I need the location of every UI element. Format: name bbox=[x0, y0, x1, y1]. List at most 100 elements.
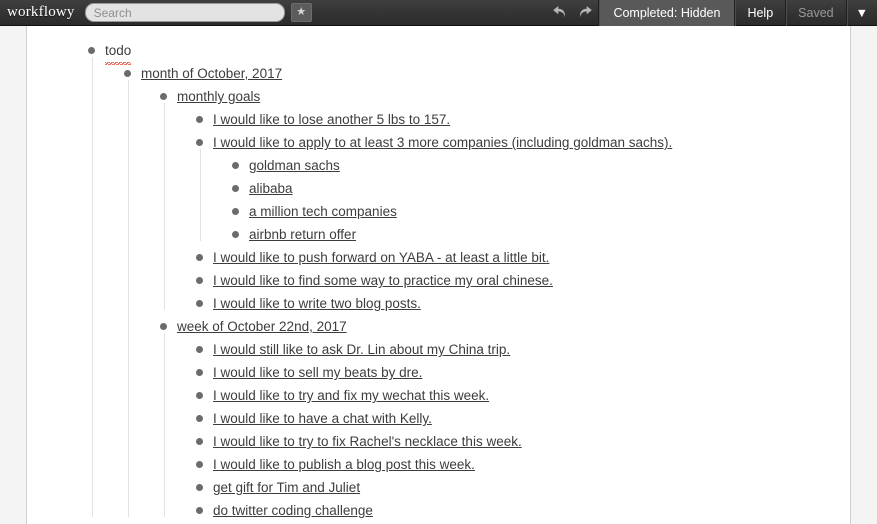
list-item-row[interactable]: I would like to try and fix my wechat th… bbox=[196, 384, 849, 407]
app-header: workflowy ★ Completed: Hidden Help Saved… bbox=[0, 0, 877, 26]
document-page: todo month of October, 2017 monthly goal… bbox=[28, 26, 849, 524]
help-button[interactable]: Help bbox=[734, 0, 785, 26]
list-item-row[interactable]: I would like to sell my beats by dre. bbox=[196, 361, 849, 384]
outline-item-goal: I would like to lose another 5 lbs to 15… bbox=[196, 108, 849, 131]
search-input[interactable] bbox=[84, 3, 285, 22]
list-item-row[interactable]: I would like to lose another 5 lbs to 15… bbox=[196, 108, 849, 131]
bullet-icon[interactable] bbox=[196, 300, 203, 307]
outline-item-company: a million tech companies bbox=[232, 200, 849, 223]
list-item-row[interactable]: I would like to write two blog posts. bbox=[196, 292, 849, 315]
bullet-icon[interactable] bbox=[160, 323, 167, 330]
list-item-row[interactable]: I would like to push forward on YABA - a… bbox=[196, 246, 849, 269]
list-item-row[interactable]: do twitter coding challenge bbox=[196, 499, 849, 522]
chevron-down-icon[interactable]: ▼ bbox=[845, 0, 877, 26]
list-item-row[interactable]: airbnb return offer bbox=[232, 223, 849, 246]
children-group: I would still like to ask Dr. Lin about … bbox=[163, 333, 849, 522]
bullet-icon[interactable] bbox=[232, 185, 239, 192]
list-item-row[interactable]: monthly goals bbox=[160, 85, 849, 108]
left-gutter bbox=[0, 26, 27, 524]
app-logo[interactable]: workflowy bbox=[7, 4, 75, 21]
bullet-icon[interactable] bbox=[124, 70, 131, 77]
outline-item-monthly-goals: monthly goals I would like to lose anoth… bbox=[160, 85, 849, 315]
outline-item-company: alibaba bbox=[232, 177, 849, 200]
outline-item-label[interactable]: monthly goals bbox=[177, 85, 260, 108]
outline-item-label[interactable]: goldman sachs bbox=[249, 154, 340, 177]
outline-item-task: I would like to publish a blog post this… bbox=[196, 453, 849, 476]
bullet-icon[interactable] bbox=[196, 346, 203, 353]
bullet-icon[interactable] bbox=[196, 415, 203, 422]
outline-item-company: airbnb return offer bbox=[232, 223, 849, 246]
bullet-icon[interactable] bbox=[232, 162, 239, 169]
outline-item-label[interactable]: I would like to publish a blog post this… bbox=[213, 453, 475, 476]
children-group: I would like to lose another 5 lbs to 15… bbox=[163, 103, 849, 315]
outline-item-label[interactable]: I would like to write two blog posts. bbox=[213, 292, 421, 315]
outline-item-goal: I would like to push forward on YABA - a… bbox=[196, 246, 849, 269]
list-item-row[interactable]: I would like to try to fix Rachel's neck… bbox=[196, 430, 849, 453]
outline-item-task: I would like to try to fix Rachel's neck… bbox=[196, 430, 849, 453]
outline-item-label[interactable]: I would like to try and fix my wechat th… bbox=[213, 384, 489, 407]
list-item-row[interactable]: a million tech companies bbox=[232, 200, 849, 223]
outline-item-label[interactable]: I would like to apply to at least 3 more… bbox=[213, 131, 672, 154]
list-item-row[interactable]: I would like to publish a blog post this… bbox=[196, 453, 849, 476]
undo-icon[interactable] bbox=[546, 0, 572, 26]
outline-item-label[interactable]: get gift for Tim and Juliet bbox=[213, 476, 360, 499]
list-item-row[interactable]: alibaba bbox=[232, 177, 849, 200]
save-status-label: Saved bbox=[785, 0, 845, 26]
bullet-icon[interactable] bbox=[196, 438, 203, 445]
bullet-icon[interactable] bbox=[160, 93, 167, 100]
spellcheck-underline: todo bbox=[105, 39, 132, 65]
bullet-icon[interactable] bbox=[232, 231, 239, 238]
star-icon[interactable]: ★ bbox=[290, 3, 312, 22]
completed-visibility-button[interactable]: Completed: Hidden bbox=[598, 0, 735, 26]
bullet-icon[interactable] bbox=[196, 507, 203, 514]
outline-item-goal: I would like to find some way to practic… bbox=[196, 269, 849, 292]
bullet-icon[interactable] bbox=[88, 47, 95, 54]
outline-item-label[interactable]: week of October 22nd, 2017 bbox=[177, 315, 347, 338]
outline-item-task: get gift for Tim and Juliet bbox=[196, 476, 849, 499]
outline-item-task: I would like to have a chat with Kelly. bbox=[196, 407, 849, 430]
children-group: monthly goals I would like to lose anoth… bbox=[127, 80, 849, 522]
outline-item-goal: I would like to write two blog posts. bbox=[196, 292, 849, 315]
outline-item-label[interactable]: I would like to push forward on YABA - a… bbox=[213, 246, 549, 269]
list-item-row[interactable]: I would like to find some way to practic… bbox=[196, 269, 849, 292]
outline-item-label[interactable]: todo bbox=[105, 39, 132, 65]
outline-item-task: I would still like to ask Dr. Lin about … bbox=[196, 338, 849, 361]
outline-item-label[interactable]: I would still like to ask Dr. Lin about … bbox=[213, 338, 510, 361]
redo-icon[interactable] bbox=[572, 0, 598, 26]
list-item-row[interactable]: goldman sachs bbox=[232, 154, 849, 177]
outline-item-label[interactable]: airbnb return offer bbox=[249, 223, 356, 246]
vertical-scrollbar[interactable] bbox=[850, 26, 877, 524]
list-item-row[interactable]: month of October, 2017 bbox=[124, 62, 849, 85]
bullet-icon[interactable] bbox=[196, 116, 203, 123]
list-item-row[interactable]: get gift for Tim and Juliet bbox=[196, 476, 849, 499]
outline-item-label[interactable]: month of October, 2017 bbox=[141, 62, 282, 85]
outline-item-week: week of October 22nd, 2017 I would still… bbox=[160, 315, 849, 522]
bullet-icon[interactable] bbox=[232, 208, 239, 215]
outline-item-task: I would like to try and fix my wechat th… bbox=[196, 384, 849, 407]
outline-item-label[interactable]: alibaba bbox=[249, 177, 293, 200]
list-item-row[interactable]: I would like to apply to at least 3 more… bbox=[196, 131, 849, 154]
outline-item-label[interactable]: I would like to sell my beats by dre. bbox=[213, 361, 422, 384]
bullet-icon[interactable] bbox=[196, 139, 203, 146]
children-group: month of October, 2017 monthly goals I w… bbox=[91, 57, 849, 522]
outline-item-goal: I would like to apply to at least 3 more… bbox=[196, 131, 849, 246]
outline-item-label[interactable]: I would like to find some way to practic… bbox=[213, 269, 553, 292]
list-item-row[interactable]: I would still like to ask Dr. Lin about … bbox=[196, 338, 849, 361]
outline-item-label[interactable]: I would like to lose another 5 lbs to 15… bbox=[213, 108, 450, 131]
outline-item-label[interactable]: do twitter coding challenge bbox=[213, 499, 373, 522]
outline-item-label[interactable]: I would like to try to fix Rachel's neck… bbox=[213, 430, 522, 453]
outline-root: todo month of October, 2017 monthly goal… bbox=[28, 26, 849, 522]
list-item-row[interactable]: todo bbox=[88, 39, 849, 65]
bullet-icon[interactable] bbox=[196, 392, 203, 399]
bullet-icon[interactable] bbox=[196, 484, 203, 491]
list-item-row[interactable]: I would like to have a chat with Kelly. bbox=[196, 407, 849, 430]
outline-item-label[interactable]: I would like to have a chat with Kelly. bbox=[213, 407, 432, 430]
outline-item-task: do twitter coding challenge bbox=[196, 499, 849, 522]
bullet-icon[interactable] bbox=[196, 461, 203, 468]
bullet-icon[interactable] bbox=[196, 254, 203, 261]
list-item-row[interactable]: week of October 22nd, 2017 bbox=[160, 315, 849, 338]
bullet-icon[interactable] bbox=[196, 277, 203, 284]
outline-item-label[interactable]: a million tech companies bbox=[249, 200, 397, 223]
bullet-icon[interactable] bbox=[196, 369, 203, 376]
outline-item-todo: todo month of October, 2017 monthly goal… bbox=[88, 39, 849, 522]
